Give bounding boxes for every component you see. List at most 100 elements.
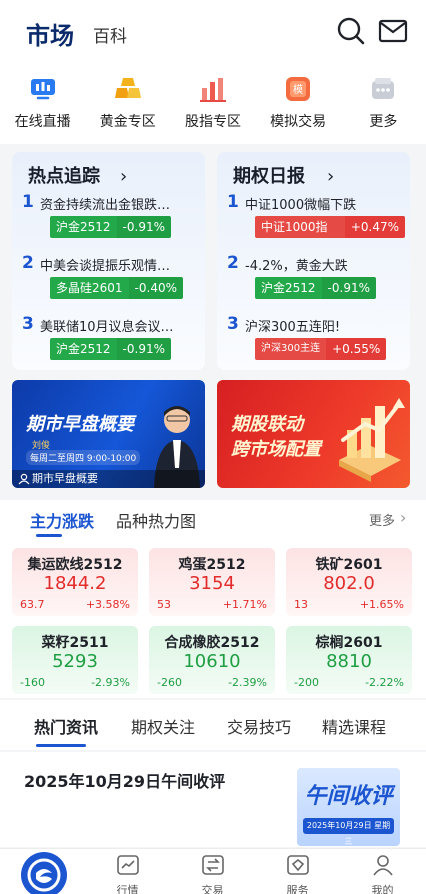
quick-nav-gold[interactable]: 黄金专区 — [85, 64, 170, 144]
trade-icon — [202, 855, 224, 875]
nav-label: 行情 — [116, 884, 139, 894]
quick-nav-more[interactable]: 更多 — [341, 64, 426, 144]
simulation-icon: 模 — [286, 77, 311, 101]
quick-nav-simulation[interactable]: 模 模拟交易 — [256, 64, 341, 144]
banner-caption: 期市早盘概要 — [32, 472, 98, 485]
news-list-item[interactable]: 2025年10月29日午间收评 午间收评 2025年10月29日 星期三 — [0, 752, 426, 847]
item-number: 3 — [22, 314, 34, 334]
tag-value: +0.47% — [344, 216, 405, 238]
quote-tag[interactable]: 多晶硅2601 -0.40% — [50, 277, 183, 299]
mail-icon[interactable] — [378, 16, 408, 46]
tag-name: 沪深300主连 — [255, 338, 327, 360]
nav-profile[interactable]: 我的 — [340, 849, 425, 894]
search-icon[interactable] — [336, 16, 366, 46]
tile-percent: -2.22% — [365, 676, 404, 689]
tile-change: 63.7 — [20, 598, 45, 611]
tile-percent: +1.71% — [222, 598, 267, 611]
item-number: 1 — [227, 192, 239, 212]
item-text: -4.2%，黄金大跌 — [245, 259, 348, 274]
banner-headline: 期市早盘概要 — [26, 414, 134, 435]
tile-change: 53 — [157, 598, 171, 611]
more-icon — [372, 78, 395, 99]
morning-brief-banner[interactable]: 期市早盘概要 刘俊 每周二至周四 9:00-10:00 期市早盘概要 — [12, 380, 205, 488]
quick-nav-label: 股指专区 — [184, 114, 241, 130]
tile-change: -200 — [294, 676, 319, 689]
chevron-right-icon[interactable]: › — [400, 508, 406, 527]
quote-tag[interactable]: 沪深300主连 +0.55% — [255, 338, 387, 360]
quote-tile[interactable]: 铁矿2601 802.0 13 +1.65% — [286, 548, 412, 616]
quick-nav-label: 模拟交易 — [270, 114, 327, 130]
card-title: 期权日报 — [233, 166, 305, 187]
page-title[interactable]: 市场 — [26, 16, 74, 51]
tag-value: -0.91% — [321, 277, 376, 299]
tile-price: 8810 — [326, 651, 372, 672]
service-icon — [287, 855, 309, 875]
tile-percent: -2.39% — [228, 676, 267, 689]
quote-tag[interactable]: 沪金2512 -0.91% — [255, 277, 376, 299]
banner-schedule: 每周二至周四 9:00-10:00 — [26, 450, 141, 465]
tab-trading-tips[interactable]: 交易技巧 — [227, 714, 291, 738]
quote-tile[interactable]: 鸡蛋2512 3154 53 +1.71% — [149, 548, 275, 616]
tile-percent: -2.93% — [91, 676, 130, 689]
thumb-title: 午间收评 — [304, 784, 393, 809]
news-tabs: 热门资讯 期权关注 交易技巧 精选课程 — [0, 700, 426, 750]
movers-grid: 集运欧线2512 1844.2 63.7 +3.58% 鸡蛋2512 3154 … — [0, 542, 426, 698]
nav-trade[interactable]: 交易 — [170, 849, 255, 894]
quick-nav-label: 在线直播 — [14, 114, 71, 130]
tile-change: 13 — [294, 598, 308, 611]
tag-value: -0.91% — [116, 338, 171, 360]
tile-change: -260 — [157, 676, 182, 689]
tile-name: 合成橡胶2512 — [164, 635, 260, 651]
cross-market-banner[interactable]: 期股联动 跨市场配置 — [217, 380, 410, 488]
item-text: 资金持续流出金银跌… — [40, 198, 171, 213]
hot-track-card[interactable]: 热点追踪 › 1 资金持续流出金银跌… 沪金2512 -0.91% 2 中美会谈提… — [12, 152, 205, 370]
item-number: 3 — [227, 314, 239, 334]
nav-home[interactable] — [0, 849, 85, 894]
quick-nav-index[interactable]: 股指专区 — [170, 64, 255, 144]
news-title: 2025年10月29日午间收评 — [24, 772, 226, 791]
tab-heatmap[interactable]: 品种热力图 — [116, 508, 196, 532]
tag-name: 沪金2512 — [50, 216, 117, 238]
nav-label: 交易 — [201, 884, 224, 894]
gold-icon — [114, 78, 141, 98]
chevron-right-icon[interactable]: › — [327, 166, 334, 187]
tile-price: 3154 — [189, 573, 235, 594]
item-text: 中证1000微幅下跌 — [245, 198, 357, 213]
tag-value: -0.40% — [128, 277, 183, 299]
quote-tile[interactable]: 合成橡胶2512 10610 -260 -2.39% — [149, 626, 275, 694]
item-number: 2 — [227, 253, 239, 273]
quote-tile[interactable]: 集运欧线2512 1844.2 63.7 +3.58% — [12, 548, 138, 616]
quick-nav: 在线直播 黄金专区 股指专区 模 模拟交易 更多 — [0, 64, 426, 144]
more-link[interactable]: 更多 — [369, 510, 395, 529]
tab-options-focus[interactable]: 期权关注 — [131, 714, 195, 738]
tab-hot-news[interactable]: 热门资讯 — [34, 714, 98, 738]
tile-percent: +1.65% — [359, 598, 404, 611]
nav-market[interactable]: 行情 — [85, 849, 170, 894]
quote-tile[interactable]: 菜籽2511 5293 -160 -2.93% — [12, 626, 138, 694]
quote-tag[interactable]: 沪金2512 -0.91% — [50, 216, 171, 238]
item-text: 美联储10月议息会议… — [40, 320, 174, 335]
quote-tag[interactable]: 沪金2512 -0.91% — [50, 338, 171, 360]
active-tab-indicator — [36, 534, 62, 537]
encyclopedia-tab[interactable]: 百科 — [93, 22, 127, 47]
svg-text:模: 模 — [293, 84, 303, 96]
tile-price: 5293 — [52, 651, 98, 672]
tile-price: 10610 — [183, 651, 241, 672]
tag-name: 多晶硅2601 — [50, 277, 129, 299]
news-thumbnail: 午间收评 2025年10月29日 星期三 — [297, 768, 400, 846]
card-title: 热点追踪 — [28, 166, 100, 187]
options-daily-card[interactable]: 期权日报 › 1 中证1000微幅下跌 中证1000指数+0.47% 2 -4.… — [217, 152, 410, 370]
nav-service[interactable]: 服务 — [255, 849, 340, 894]
tab-courses[interactable]: 精选课程 — [322, 714, 386, 738]
quote-tag[interactable]: 中证1000指数+0.47% — [255, 216, 405, 238]
tile-name: 棕榈2601 — [315, 635, 383, 651]
chevron-right-icon[interactable]: › — [120, 166, 127, 187]
quote-tile[interactable]: 棕榈2601 8810 -200 -2.22% — [286, 626, 412, 694]
growth-chart-illustration — [339, 398, 405, 482]
index-chart-icon — [199, 78, 226, 102]
item-number: 2 — [22, 253, 34, 273]
nav-label: 我的 — [371, 884, 394, 894]
top-bar: 市场 百科 — [0, 0, 426, 64]
quick-nav-live[interactable]: 在线直播 — [0, 64, 85, 144]
tab-main-movers[interactable]: 主力涨跌 — [30, 508, 94, 532]
